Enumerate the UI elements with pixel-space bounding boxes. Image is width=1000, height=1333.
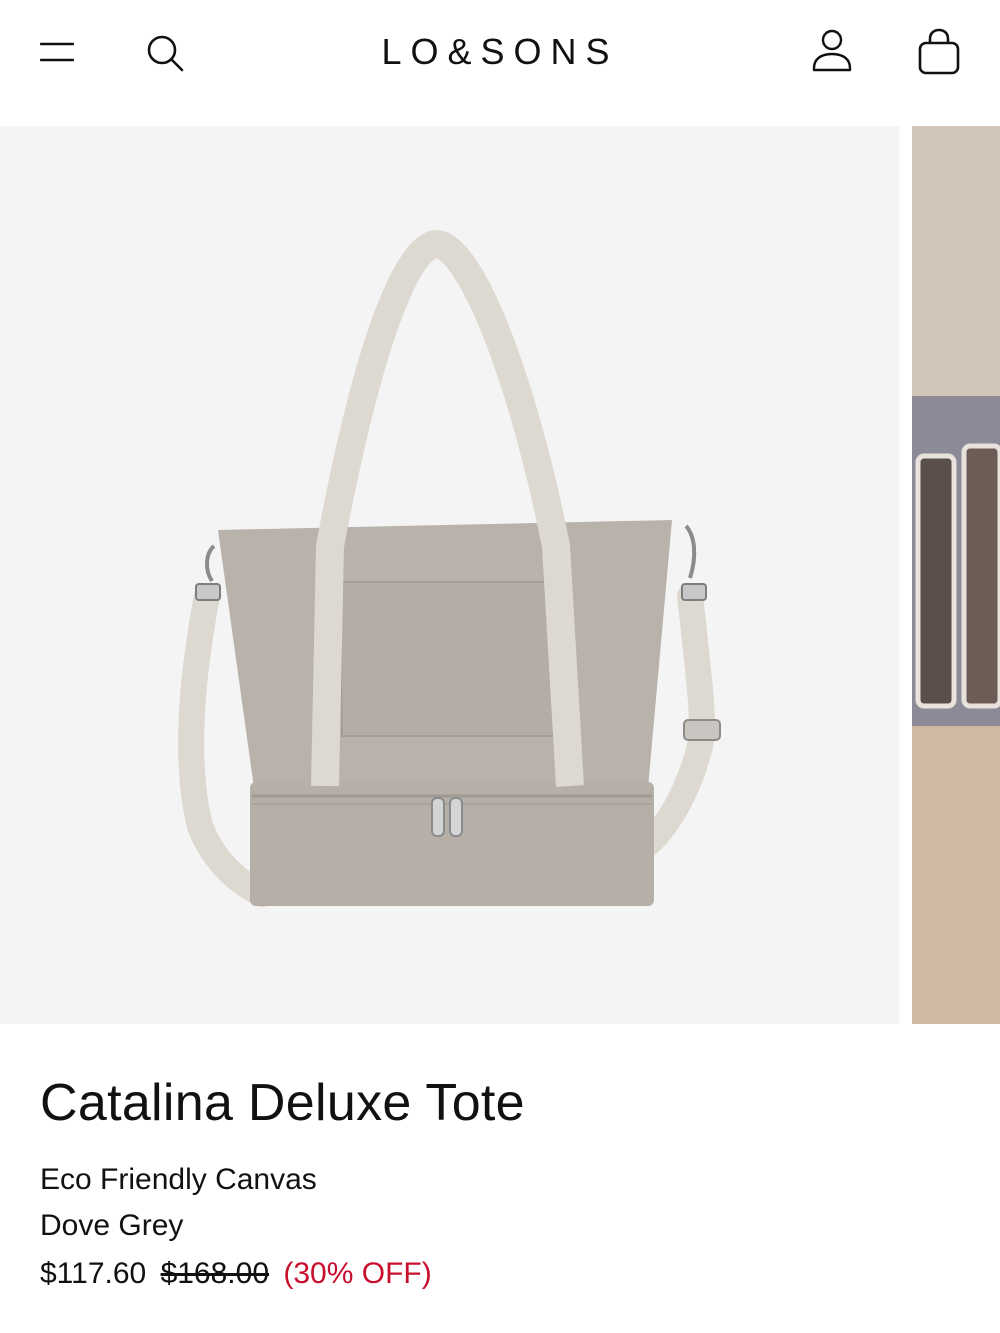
search-button[interactable] [144,32,186,74]
product-image[interactable] [0,126,899,1024]
product-title: Catalina Deluxe Tote [40,1074,525,1132]
discount-label: (30% OFF) [283,1257,432,1290]
brand-logo[interactable]: LO&SONS [330,30,670,74]
product-image-carousel[interactable] [0,126,1000,1024]
lifestyle-photo-partial [912,126,1000,1024]
tote-bag-illustration [178,230,721,907]
product-info: Catalina Deluxe Tote Eco Friendly Canvas… [40,1070,960,1294]
original-price: $168.00 [160,1257,270,1290]
next-image-preview[interactable] [912,126,1000,1024]
search-icon [147,35,184,72]
account-button[interactable] [810,28,854,74]
menu-button[interactable] [39,38,75,66]
price-row: $117.60 $168.00 (30% OFF) [40,1254,960,1294]
sale-price: $117.60 [40,1257,147,1290]
user-account-icon [812,29,852,72]
cart-button[interactable] [916,28,962,76]
product-color: Dove Grey [40,1209,184,1242]
site-header: LO&SONS [0,0,1000,106]
product-material: Eco Friendly Canvas [40,1163,317,1196]
shopping-bag-icon [918,28,960,75]
hamburger-menu-icon [39,42,75,62]
